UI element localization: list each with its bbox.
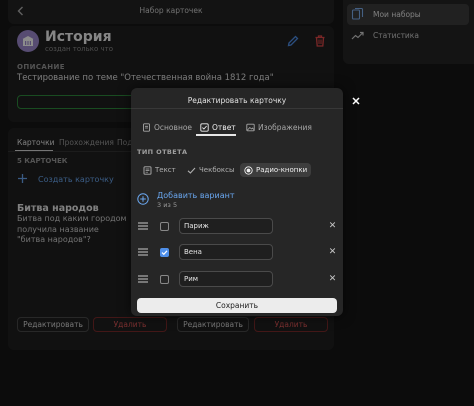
modal-divider bbox=[131, 108, 343, 109]
tab-answer[interactable]: Ответ bbox=[200, 123, 236, 132]
option-input[interactable]: Рим bbox=[179, 271, 273, 287]
remove-option-icon[interactable]: ✕ bbox=[328, 222, 337, 231]
option-checkbox[interactable] bbox=[160, 222, 169, 231]
tab-answer-label: Ответ bbox=[212, 123, 236, 132]
tab-images-label: Изображения bbox=[258, 123, 312, 132]
tab-underline bbox=[196, 134, 236, 136]
save-button[interactable]: Сохранить bbox=[137, 298, 337, 313]
variant-count: 3 из 5 bbox=[157, 201, 178, 209]
add-variant-link[interactable]: Добавить вариант bbox=[157, 191, 235, 200]
add-circle-icon[interactable] bbox=[137, 193, 149, 205]
tab-images[interactable]: Изображения bbox=[246, 123, 312, 132]
answer-type-text[interactable]: Текст bbox=[139, 163, 180, 177]
close-icon[interactable] bbox=[350, 95, 362, 107]
answer-type-radio[interactable]: Радио-кнопки bbox=[240, 163, 312, 177]
option-input[interactable]: Париж bbox=[179, 218, 273, 234]
tab-basic[interactable]: Основное bbox=[142, 123, 192, 132]
modal-title: Редактировать карточку bbox=[187, 96, 287, 105]
answer-type-radio-label: Радио-кнопки bbox=[256, 166, 308, 174]
radio-icon bbox=[244, 165, 253, 175]
text-icon bbox=[143, 165, 152, 175]
checkmark-icon bbox=[161, 250, 168, 256]
tab-basic-label: Основное bbox=[154, 123, 193, 132]
drag-handle-icon[interactable] bbox=[138, 275, 148, 283]
option-checkbox[interactable] bbox=[160, 248, 169, 257]
image-icon bbox=[246, 123, 255, 132]
drag-handle-icon[interactable] bbox=[138, 248, 148, 256]
answer-type-checkboxes-label: Чекбоксы bbox=[199, 166, 235, 174]
answer-type-checkboxes[interactable]: Чекбоксы bbox=[183, 163, 239, 177]
remove-option-icon[interactable]: ✕ bbox=[328, 248, 337, 257]
document-icon bbox=[143, 123, 150, 132]
answer-type-text-label: Текст bbox=[155, 166, 176, 174]
remove-option-icon[interactable]: ✕ bbox=[328, 275, 337, 284]
answer-type-label: ТИП ОТВЕТА bbox=[137, 148, 188, 156]
drag-handle-icon[interactable] bbox=[138, 222, 148, 230]
option-input[interactable]: Вена bbox=[179, 244, 273, 260]
checkbox-icon bbox=[200, 123, 209, 132]
checkmark-icon bbox=[187, 167, 196, 174]
option-checkbox[interactable] bbox=[160, 275, 169, 284]
